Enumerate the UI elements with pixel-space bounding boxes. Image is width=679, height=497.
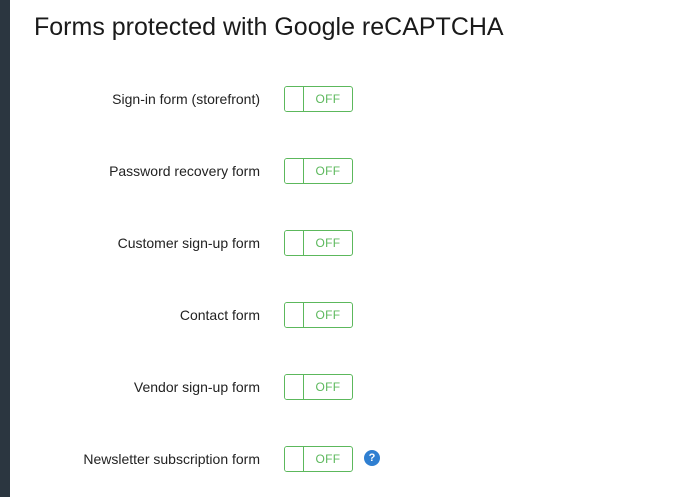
toggle-knob [285, 231, 304, 255]
question-circle-icon[interactable]: ? [364, 450, 380, 466]
form-row-vendor-sign-up: Vendor sign-up form OFF [0, 374, 679, 400]
newsletter-toggle[interactable]: OFF [284, 446, 353, 472]
toggle-state: OFF [315, 308, 341, 322]
toggle-knob [285, 87, 304, 111]
sign-in-toggle[interactable]: OFF [284, 86, 353, 112]
form-label: Password recovery form [109, 163, 260, 179]
password-recovery-toggle[interactable]: OFF [284, 158, 353, 184]
vendor-sign-up-toggle[interactable]: OFF [284, 374, 353, 400]
form-label: Newsletter subscription form [83, 451, 260, 467]
toggle-state: OFF [315, 452, 341, 466]
form-label: Customer sign-up form [117, 235, 260, 251]
form-row-password-recovery: Password recovery form OFF [0, 158, 679, 184]
form-row-customer-sign-up: Customer sign-up form OFF [0, 230, 679, 256]
customer-sign-up-toggle[interactable]: OFF [284, 230, 353, 256]
toggle-state: OFF [315, 92, 341, 106]
toggle-state: OFF [315, 236, 341, 250]
toggle-state: OFF [315, 380, 341, 394]
form-label: Sign-in form (storefront) [112, 91, 260, 107]
toggle-knob [285, 159, 304, 183]
toggle-state: OFF [315, 164, 341, 178]
form-row-newsletter: Newsletter subscription form OFF ? [0, 446, 679, 472]
toggle-knob [285, 447, 304, 471]
form-row-contact: Contact form OFF [0, 302, 679, 328]
form-row-sign-in: Sign-in form (storefront) OFF [0, 86, 679, 112]
page-title: Forms protected with Google reCAPTCHA [34, 13, 504, 41]
form-label: Vendor sign-up form [133, 379, 260, 395]
contact-toggle[interactable]: OFF [284, 302, 353, 328]
form-label: Contact form [179, 307, 260, 323]
toggle-knob [285, 303, 304, 327]
toggle-knob [285, 375, 304, 399]
